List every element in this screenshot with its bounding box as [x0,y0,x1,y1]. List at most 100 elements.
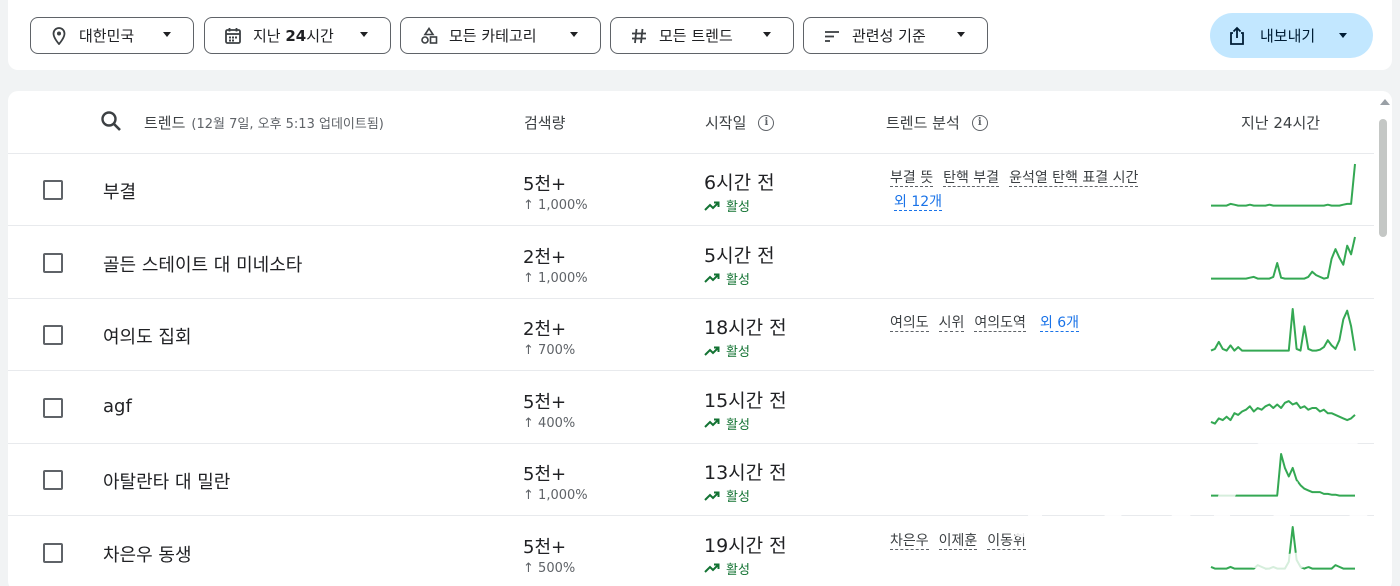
breakdown-keyword[interactable]: 탄핵 부결 [943,170,1000,187]
trend-title[interactable]: 여의도 집회 [103,323,192,349]
active-status: 활성 [704,486,750,505]
breakdown-keyword[interactable]: 부결 뜻 [890,170,934,187]
arrow-up-icon: ↑ [523,343,534,358]
active-status: 활성 [704,196,750,215]
region-label: 대한민국 [79,27,135,45]
region-filter[interactable]: 대한민국 [30,17,194,54]
export-label: 내보내기 [1260,27,1316,45]
col-volume[interactable]: 검색량 [524,112,565,133]
sparkline-chart [1211,236,1356,280]
table-row[interactable]: 여의도 집회 2천+ ↑ 700% 18시간 전 활성 여의도 시위 여의도역 외 6… [8,299,1374,371]
info-icon[interactable]: i [758,114,775,131]
breakdown-keyword[interactable]: 윤석열 탄핵 표결 시간 [1009,170,1139,187]
chevron-down-icon [570,32,578,37]
row-checkbox[interactable] [43,325,63,345]
more-keywords-link[interactable]: 외 6개 [1039,315,1080,332]
sparkline-line [1210,525,1355,570]
search-volume: 5천+ [523,464,567,485]
sort-filter[interactable]: 관련성 기준 [803,17,988,54]
arrow-up-icon: ↑ [523,270,534,286]
row-checkbox[interactable] [43,397,63,418]
trend-breakdown: 부결 뜻 탄핵 부결 윤석열 탄핵 표결 시간외 12개 [890,166,1190,214]
started-time: 5시간 전 [704,244,775,267]
updated-time: (12월 7일, 오후 5:13 업데이트됨) [191,117,384,132]
trending-up-icon [704,491,720,501]
search-volume: 5천+ [523,391,567,413]
row-checkbox[interactable] [43,252,63,273]
breakdown-keyword[interactable]: 시위 [938,315,965,332]
sparkline-chart [1211,453,1355,497]
chevron-down-icon [957,32,965,37]
chevron-down-icon [360,32,368,37]
share-upload-icon [1228,26,1248,46]
scrollbar-thumb[interactable] [1379,119,1387,237]
table-row[interactable]: 아탈란타 대 밀란 5천+ ↑ 1,000% 13시간 전 활성 [8,444,1374,516]
trend-title[interactable]: 아탈란타 대 밀란 [103,468,230,494]
search-icon[interactable] [100,110,122,136]
breakdown-keyword[interactable]: 이동휘 [987,532,1026,550]
active-status: 활성 [704,269,750,288]
info-icon[interactable]: i [971,114,988,131]
breakdown-keyword[interactable]: 이제훈 [938,532,978,550]
breakdown-keyword[interactable]: 차은우 [890,532,929,550]
col-trend: 트렌드 (12월 7일, 오후 5:13 업데이트됨) [144,114,384,132]
trending-up-icon [704,563,720,573]
trending-up-icon [704,418,720,428]
arrow-up-icon: ↑ [523,488,534,503]
table-header: 트렌드 (12월 7일, 오후 5:13 업데이트됨) 검색량 시작일 i 트렌… [8,91,1374,154]
trend-breakdown: 차은우 이제훈 이동휘 [890,529,1190,553]
trending-up-icon [704,346,720,356]
hashtag-icon [629,26,649,46]
trend-breakdown: 여의도 시위 여의도역 외 6개 [890,311,1190,335]
category-filter[interactable]: 모든 카테고리 [400,17,601,54]
table-row[interactable]: 골든 스테이트 대 미네소타 2천+ ↑ 1,000% 5시간 전 활성 [8,227,1374,299]
arrow-up-icon: ↑ [523,198,534,213]
volume-change: ↑ 1,000% [523,488,588,503]
arrow-up-icon: ↑ [523,560,534,576]
sparkline-line [1210,399,1356,425]
chevron-down-icon [163,32,171,37]
table-row[interactable]: agf 5천+ ↑ 400% 15시간 전 활성 [8,372,1374,444]
row-checkbox[interactable] [43,180,63,200]
table-row[interactable]: 차은우 동생 5천+ ↑ 500% 19시간 전 활성 차은우 이제훈 이동휘 [8,517,1374,586]
trend-type-filter[interactable]: 모든 트렌드 [610,17,794,54]
trend-title[interactable]: agf [103,396,132,417]
sort-icon [822,26,842,46]
volume-change: ↑ 1,000% [523,270,588,286]
sparkline-chart [1210,525,1355,570]
arrow-up-icon: ↑ [523,415,534,431]
trend-title[interactable]: 골든 스테이트 대 미네소타 [103,251,302,277]
started-time: 13시간 전 [704,462,787,484]
scroll-up-arrow-icon[interactable] [1380,99,1390,105]
sparkline-chart [1210,308,1356,352]
row-checkbox[interactable] [43,470,63,490]
trend-type-label: 모든 트렌드 [659,27,733,45]
period-filter[interactable]: 지난 24시간 [204,17,391,54]
started-time: 19시간 전 [704,534,787,557]
export-button[interactable]: 내보내기 [1210,13,1373,58]
search-volume: 5천+ [523,174,567,195]
volume-change: ↑ 700% [523,343,576,358]
sparkline-chart [1210,399,1356,425]
started-time: 6시간 전 [704,172,775,194]
chevron-down-icon [1339,33,1347,38]
breakdown-keyword[interactable]: 여의도역 [974,315,1026,332]
category-shapes-icon [419,26,439,46]
chevron-down-icon [763,32,771,37]
trend-title[interactable]: 부결 [103,178,136,204]
more-keywords-link[interactable]: 외 12개 [894,194,943,211]
trend-title[interactable]: 차은우 동생 [103,541,192,567]
trending-up-icon [704,201,720,211]
row-checkbox[interactable] [43,542,63,563]
toolbar: 대한민국 지난 24시간 모든 카테고리 모든 트렌드 관련성 기준 [8,0,1392,70]
active-status: 활성 [704,559,750,578]
sparkline-line [1211,163,1356,207]
active-status: 활성 [704,341,750,360]
volume-change: ↑ 400% [523,415,576,431]
col-started[interactable]: 시작일 i [705,112,775,133]
breakdown-keyword[interactable]: 여의도 [890,315,929,332]
location-pin-icon [49,26,69,46]
table-row[interactable]: 부결 5천+ ↑ 1,000% 6시간 전 활성 부결 뜻 탄핵 부결 윤석열 탄핵… [8,154,1374,226]
sparkline-chart [1211,163,1356,207]
volume-change: ↑ 1,000% [523,198,588,213]
